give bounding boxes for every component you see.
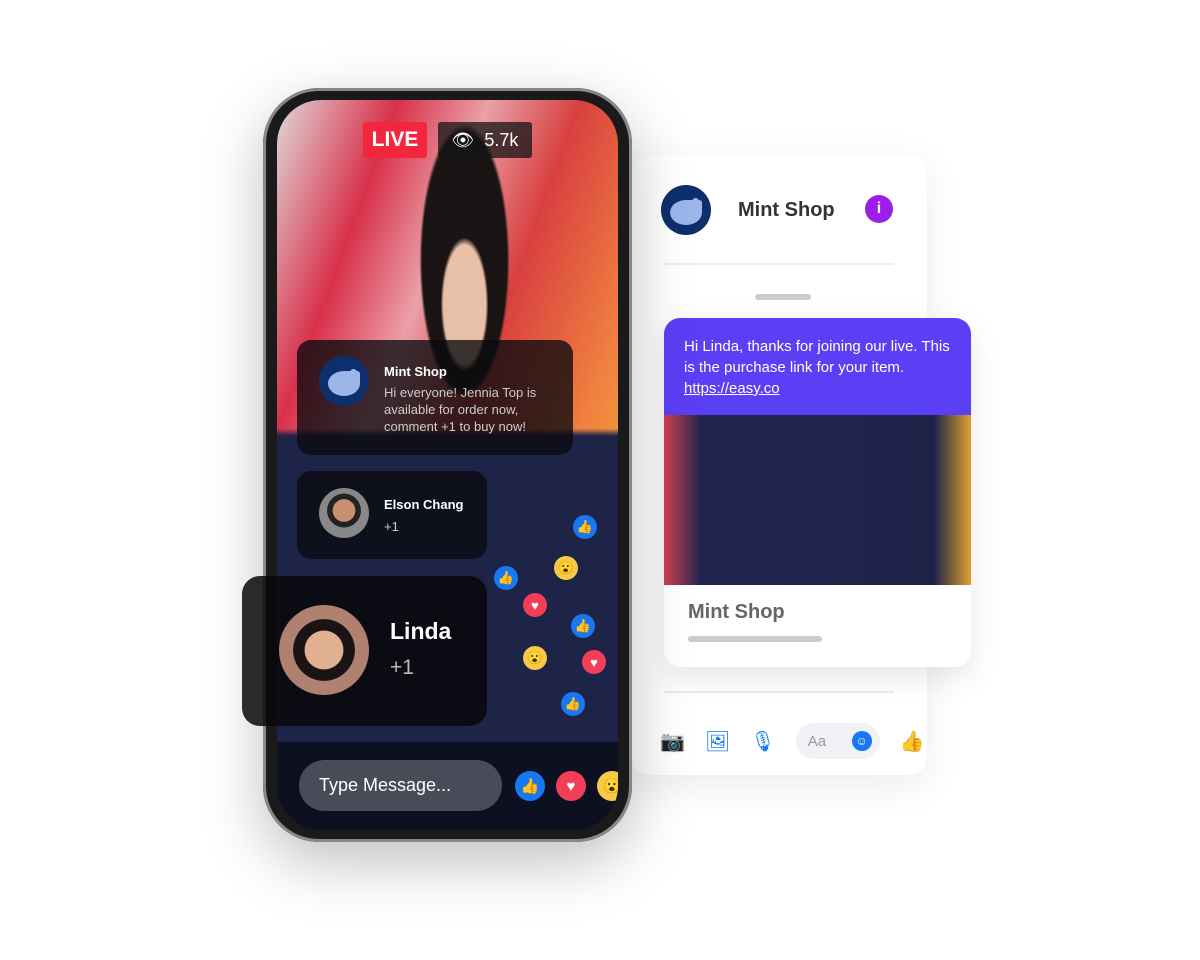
purchase-message-card: Hi Linda, thanks for joining our live. T… [664, 318, 971, 667]
composer-bar: Type Message... 👍 ♥ 😮 [277, 742, 618, 830]
card-title: Mint Shop [688, 601, 785, 623]
chat-toolbar: 📷 🖼 🎙 Aa ☺ 👍 [660, 723, 925, 759]
like-reaction-icon: 👍 [561, 692, 585, 716]
comment-elson-chang: Elson Chang +1 [297, 471, 487, 559]
wow-reaction-icon: 😮 [523, 646, 547, 670]
heart-reaction-icon: ♥ [523, 593, 547, 617]
image-icon[interactable]: 🖼 [705, 729, 730, 754]
viewer-count-value: 5.7k [484, 129, 519, 150]
live-badge: LIVE [363, 122, 427, 158]
wow-reaction-icon: 😮 [554, 556, 578, 580]
message-input[interactable]: Aa ☺ [795, 723, 880, 759]
user-avatar [319, 488, 369, 538]
camera-icon[interactable]: 📷 [660, 729, 685, 754]
mint-shop-avatar [319, 356, 369, 406]
chat-title: Mint Shop [738, 199, 835, 221]
comment-author: Mint Shop [384, 364, 447, 379]
eye-icon: 👁 [451, 129, 475, 150]
comment-linda: Linda +1 [242, 576, 487, 726]
divider [664, 263, 894, 265]
purchase-link[interactable]: https://easy.co [684, 380, 780, 397]
drag-handle[interactable] [755, 294, 811, 300]
phone-frame: LIVE 👁 5.7k Mint Shop Hi everyone! Jennia… [263, 88, 632, 842]
microphone-icon[interactable]: 🎙 [750, 729, 775, 754]
like-reaction-icon: 👍 [571, 614, 595, 638]
heart-reaction-icon: ♥ [582, 650, 606, 674]
message-text: Hi Linda, thanks for joining our live. T… [684, 338, 950, 376]
heart-reaction-button[interactable]: ♥ [556, 771, 586, 801]
comment-text: +1 [390, 656, 414, 679]
comment-author: Linda [390, 618, 452, 644]
type-message-input[interactable]: Type Message... [299, 760, 502, 811]
like-reaction-button[interactable]: 👍 [515, 771, 545, 801]
comment-author: Elson Chang [384, 497, 464, 512]
user-avatar [279, 605, 369, 695]
like-reaction-icon: 👍 [573, 515, 597, 539]
input-placeholder: Aa [807, 732, 827, 750]
comment-text: +1 [384, 519, 399, 534]
info-icon[interactable]: i [865, 195, 893, 223]
viewer-count: 👁 5.7k [438, 122, 532, 158]
divider [664, 691, 894, 693]
product-image[interactable] [664, 415, 971, 585]
like-reaction-icon: 👍 [494, 566, 518, 590]
wow-reaction-button[interactable]: 😮 [597, 771, 618, 801]
comment-text: Hi everyone! Jennia Top is available for… [384, 385, 537, 434]
mint-shop-avatar [661, 185, 711, 235]
thumbs-up-icon[interactable]: 👍 [900, 729, 925, 754]
comment-mint-shop: Mint Shop Hi everyone! Jennia Top is ava… [297, 340, 573, 455]
placeholder-bar [688, 636, 822, 642]
emoji-icon[interactable]: ☺ [851, 731, 872, 751]
